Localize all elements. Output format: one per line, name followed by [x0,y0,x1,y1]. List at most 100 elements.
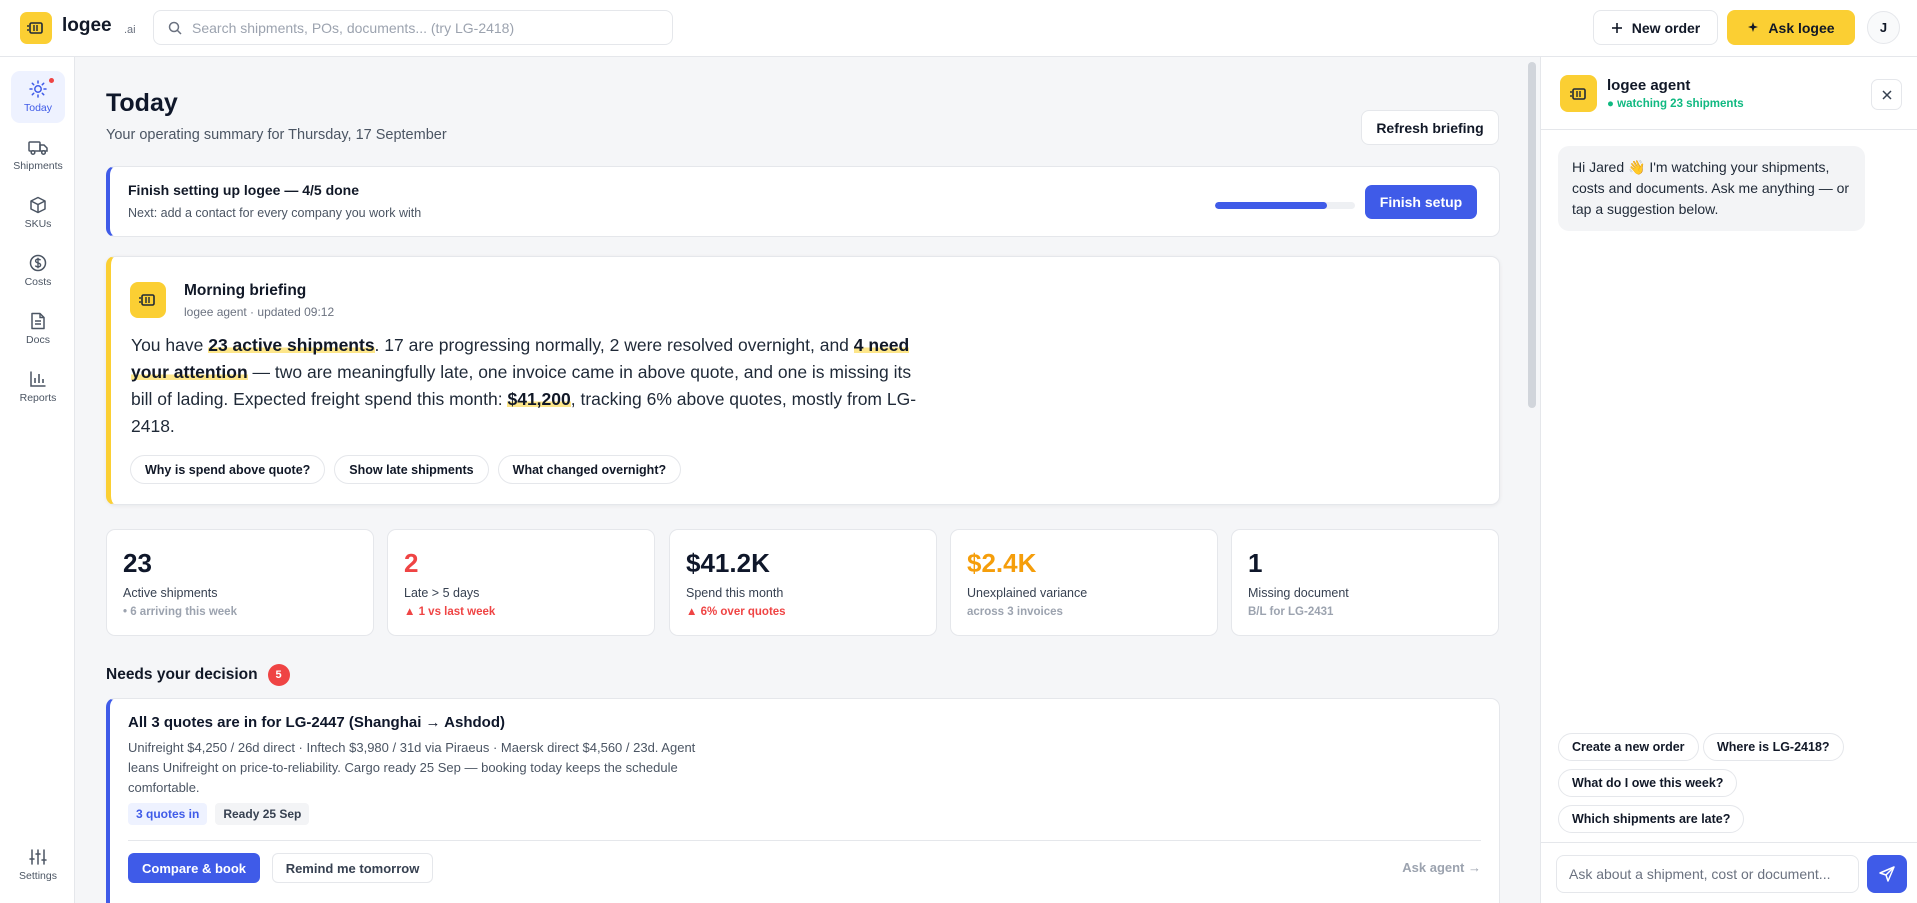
agent-panel: logee agent ● watching 23 shipments Hi J… [1540,57,1917,903]
stat-label: Spend this month [686,586,784,600]
app-name: logee [62,15,112,36]
highlight-spend: $41,200 [507,389,571,409]
ask-logee-button[interactable]: Ask logee [1727,10,1855,45]
setup-progress-bar [1215,202,1355,209]
suggestion-where-is[interactable]: Where is LG-2418? [1703,733,1844,761]
sliders-icon [29,849,47,865]
suggestion-late-shipments[interactable]: Which shipments are late? [1558,805,1745,833]
ask-logee-label: Ask logee [1768,19,1835,36]
briefing-chips: Why is spend above quote? Show late ship… [130,455,682,484]
nav-label: Docs [26,334,50,346]
section-needs-decision: Needs your decision 5 [106,664,290,686]
send-button[interactable] [1867,855,1907,893]
suggestion-what-owe[interactable]: What do I owe this week? [1558,769,1738,797]
main-scrollbar[interactable] [1528,62,1536,408]
stat-sub: ▲ 6% over quotes [686,606,786,618]
briefing-text-part: . 17 are progressing normally, 2 were re… [374,335,854,355]
stat-sub: across 3 invoices [967,606,1063,618]
ask-agent-link[interactable]: Ask agent → [1402,860,1481,875]
agent-name: logee agent [1607,77,1691,94]
compare-book-button[interactable]: Compare & book [128,853,260,883]
chip-spend-above-quote[interactable]: Why is spend above quote? [130,455,326,484]
divider [128,840,1481,841]
count-badge: 5 [267,664,290,686]
stat-label: Missing document [1248,586,1349,600]
setup-subtitle: Next: add a contact for every company yo… [128,206,422,220]
nav-item-docs[interactable]: Docs [11,303,65,355]
stat-value: 2 [404,548,419,578]
search-input[interactable] [192,19,662,36]
nav-item-shipments[interactable]: Shipments [11,129,65,181]
remind-tomorrow-button[interactable]: Remind me tomorrow [272,853,433,883]
nav-item-costs[interactable]: Costs [11,245,65,297]
document-icon [31,312,45,330]
setup-card: Finish setting up logee — 4/5 done Next:… [106,166,1500,237]
nav-item-settings[interactable]: Settings [11,839,65,891]
decision-title: All 3 quotes are in for LG-2447 (Shangha… [128,714,505,731]
setup-progress-fill [1215,202,1327,209]
stat-value: $2.4K [967,548,1037,578]
app-suffix: .ai [124,24,136,36]
section-title: Needs your decision [106,666,258,683]
close-icon[interactable] [1871,79,1902,110]
briefing-text: You have 23 active shipments. 17 are pro… [131,332,931,440]
stat-sub: ▲ 1 vs last week [404,606,496,618]
morning-briefing-card: Morning briefing logee agent · updated 0… [106,256,1500,505]
sparkle-icon [1748,22,1759,32]
stat-card-active-shipments[interactable]: 23 Active shipments • 6 arriving this we… [106,529,374,636]
chip-late-shipments[interactable]: Show late shipments [334,455,489,484]
stat-card-spend[interactable]: $41.2K Spend this month ▲ 6% over quotes [669,529,937,636]
nav-item-reports[interactable]: Reports [11,361,65,413]
truck-icon [28,141,48,156]
nav-item-skus[interactable]: SKUs [11,187,65,239]
logo-icon [130,282,166,318]
main-content: Today Your operating summary for Thursda… [75,57,1529,903]
agent-chat-input[interactable] [1569,866,1846,882]
stat-sub: B/L for LG-2431 [1248,606,1334,618]
new-order-button[interactable]: New order [1593,10,1718,45]
stat-label: Late > 5 days [404,586,480,600]
agent-footer [1541,842,1917,903]
setup-title: Finish setting up logee — 4/5 done [128,182,360,198]
bar-chart-icon [30,371,46,387]
decision-tags: 3 quotes in Ready 25 Sep [128,803,310,825]
briefing-meta: logee agent · updated 09:12 [184,305,335,319]
finish-setup-button[interactable]: Finish setup [1365,185,1477,219]
agent-input-box[interactable] [1556,855,1859,893]
page-title: Today [106,89,178,117]
logo-icon[interactable] [20,12,52,44]
agent-status: ● watching 23 shipments [1607,98,1744,110]
nav-item-today[interactable]: Today [11,71,65,123]
highlight-active-shipments: 23 active shipments [208,335,375,355]
nav-label: Shipments [13,160,63,172]
logo-icon [1560,75,1597,112]
decision-body: Unifreight $4,250 / 26d direct · Inftech… [128,740,696,795]
stat-card-missing-document[interactable]: 1 Missing document B/L for LG-2431 [1231,529,1499,636]
tag-quotes-in: 3 quotes in [128,803,208,825]
box-icon [30,196,46,214]
stat-label: Unexplained variance [967,586,1088,600]
dollar-icon [29,254,47,272]
nav-label: Settings [19,870,57,882]
sun-icon [29,80,47,98]
nav-label: Today [23,102,53,114]
search-bar[interactable] [153,10,673,45]
page-subtitle: Your operating summary for Thursday, 17 … [106,127,447,143]
briefing-title: Morning briefing [184,282,307,299]
decision-card: All 3 quotes are in for LG-2447 (Shangha… [106,698,1500,903]
stat-value: 1 [1248,548,1263,578]
stat-sub: • 6 arriving this week [123,606,237,618]
suggestion-create-order[interactable]: Create a new order [1558,733,1699,761]
nav-label: SKUs [24,218,52,230]
user-avatar[interactable]: J [1867,11,1900,44]
stat-card-late[interactable]: 2 Late > 5 days ▲ 1 vs last week [387,529,655,636]
search-icon [168,21,182,35]
top-bar: logee .ai New order Ask logee J [0,0,1917,57]
notification-dot [49,78,54,83]
briefing-text-part: You have [131,335,209,355]
stat-card-variance[interactable]: $2.4K Unexplained variance across 3 invo… [950,529,1218,636]
send-icon [1879,866,1895,882]
stat-value: 23 [123,548,152,578]
chip-changed-overnight[interactable]: What changed overnight? [497,455,682,484]
refresh-briefing-button[interactable]: Refresh briefing [1361,110,1499,145]
